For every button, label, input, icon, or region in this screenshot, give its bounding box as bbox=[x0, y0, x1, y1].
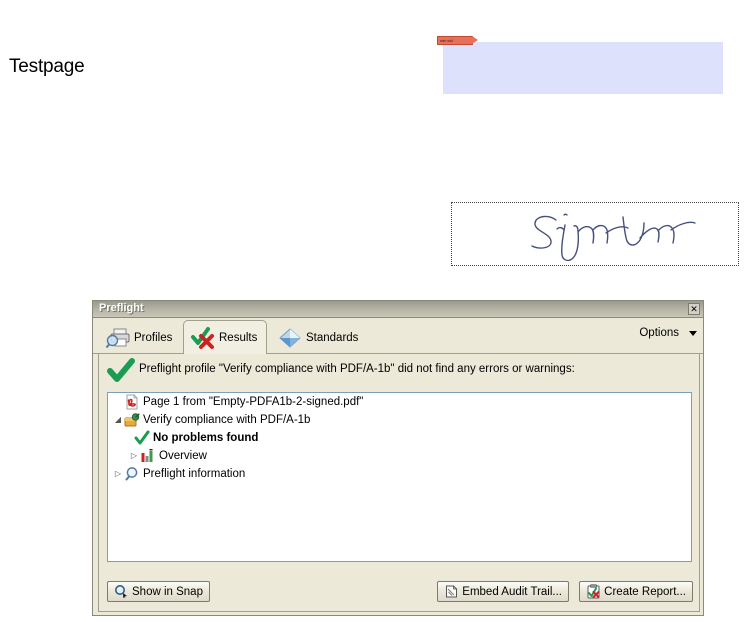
report-clipboard-icon bbox=[586, 584, 601, 599]
printer-magnifier-icon bbox=[105, 326, 131, 350]
tree-row[interactable]: ◢ Verify compliance with PDF/A-1b bbox=[108, 411, 691, 429]
tree-row-label: Verify compliance with PDF/A-1b bbox=[143, 414, 311, 426]
dialog-title: Preflight bbox=[99, 302, 144, 314]
show-in-snap-button[interactable]: Show in Snap bbox=[107, 581, 210, 602]
tree-twisty[interactable]: ▷ bbox=[128, 447, 140, 465]
create-report-label: Create Report... bbox=[604, 585, 686, 598]
blue-diamond-icon bbox=[277, 326, 303, 350]
tree-row-label: Overview bbox=[159, 450, 207, 462]
green-check-icon bbox=[107, 358, 135, 387]
signature-ink-icon bbox=[531, 213, 696, 262]
tree-twisty[interactable]: ◢ bbox=[112, 411, 124, 429]
tree-row-label: Page 1 from "Empty-PDFA1b-2-signed.pdf" bbox=[143, 396, 364, 408]
magnifier-icon bbox=[124, 466, 140, 482]
tree-row[interactable]: No problems found bbox=[108, 429, 691, 447]
preflight-dialog: Preflight ✕ Profiles Results Standards O… bbox=[92, 300, 704, 616]
tab-standards[interactable]: Standards bbox=[271, 322, 367, 353]
page-title: Testpage bbox=[9, 56, 85, 77]
options-label: Options bbox=[639, 327, 679, 339]
signature-field[interactable] bbox=[451, 202, 739, 266]
tab-strip: Profiles Results Standards Options bbox=[93, 318, 703, 354]
tab-profiles[interactable]: Profiles bbox=[99, 322, 183, 353]
annotation-flag-label: wlm wkt bbox=[440, 38, 453, 43]
show-in-snap-label: Show in Snap bbox=[132, 585, 203, 598]
tab-standards-label: Standards bbox=[306, 331, 359, 344]
tree-row[interactable]: ▷ Overview bbox=[108, 447, 691, 465]
results-tree[interactable]: Page 1 from "Empty-PDFA1b-2-signed.pdf" … bbox=[107, 392, 692, 562]
check-cross-icon bbox=[190, 326, 216, 350]
profile-icon bbox=[124, 412, 140, 428]
results-pane: Preflight profile "Verify compliance wit… bbox=[98, 354, 700, 612]
pages-stack-icon bbox=[444, 584, 459, 599]
annotation-text-box[interactable] bbox=[443, 42, 723, 94]
tab-results-label: Results bbox=[219, 331, 258, 344]
embed-audit-trail-label: Embed Audit Trail... bbox=[462, 585, 562, 598]
summary-message: Preflight profile "Verify compliance wit… bbox=[139, 363, 575, 375]
summary-row: Preflight profile "Verify compliance wit… bbox=[99, 354, 699, 390]
dialog-titlebar[interactable]: Preflight ✕ bbox=[93, 301, 703, 318]
embed-audit-trail-button[interactable]: Embed Audit Trail... bbox=[437, 581, 569, 602]
pdf-file-icon bbox=[124, 394, 140, 410]
tree-row[interactable]: Page 1 from "Empty-PDFA1b-2-signed.pdf" bbox=[108, 393, 691, 411]
dialog-button-bar: Show in Snap Embed Audit Trail... Create… bbox=[99, 581, 701, 605]
tab-profiles-label: Profiles bbox=[134, 331, 173, 344]
bar-chart-icon bbox=[140, 448, 156, 464]
tree-twisty[interactable]: ▷ bbox=[112, 465, 124, 483]
close-icon[interactable]: ✕ bbox=[688, 303, 700, 315]
tree-row[interactable]: ▷ Preflight information bbox=[108, 465, 691, 483]
annotation-flag-tag[interactable]: wlm wkt bbox=[437, 36, 478, 45]
create-report-button[interactable]: Create Report... bbox=[579, 581, 693, 602]
tree-row-label: No problems found bbox=[153, 432, 259, 444]
tab-results[interactable]: Results bbox=[183, 320, 267, 354]
pdf-page-canvas: Testpage wlm wkt bbox=[0, 0, 748, 300]
green-check-icon bbox=[134, 430, 150, 446]
tree-row-label: Preflight information bbox=[143, 468, 246, 480]
options-menu-button[interactable]: Options bbox=[639, 327, 697, 339]
chevron-down-icon bbox=[689, 330, 697, 336]
magnifier-arrow-icon bbox=[114, 584, 129, 599]
